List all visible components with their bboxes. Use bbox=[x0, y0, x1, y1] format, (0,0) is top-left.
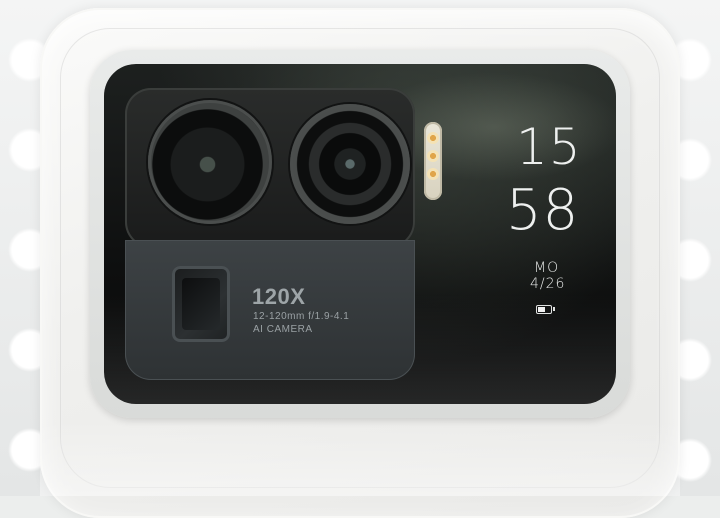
phone-shine bbox=[40, 420, 680, 496]
zoom-label: 120X bbox=[252, 284, 306, 309]
lens-spec-label: 12-120mm f/1.9-4.1 bbox=[253, 311, 350, 322]
periscope-lens-icon bbox=[172, 266, 230, 342]
ai-camera-label: AI CAMERA bbox=[253, 324, 313, 335]
date-label: 4/26 bbox=[530, 276, 566, 292]
flash-led bbox=[427, 168, 439, 180]
flash-icon bbox=[424, 122, 442, 200]
ultrawide-lens-icon bbox=[148, 100, 272, 224]
battery-icon bbox=[536, 305, 555, 314]
clock-minute: 58 bbox=[506, 178, 580, 243]
clock-hour: 15 bbox=[516, 118, 582, 176]
flash-led bbox=[427, 132, 439, 144]
battery-fill bbox=[538, 307, 546, 312]
flash-led bbox=[427, 150, 439, 162]
weekday-label: MO bbox=[534, 260, 560, 276]
main-lens-icon bbox=[290, 104, 410, 224]
periscope-plate bbox=[125, 240, 415, 380]
